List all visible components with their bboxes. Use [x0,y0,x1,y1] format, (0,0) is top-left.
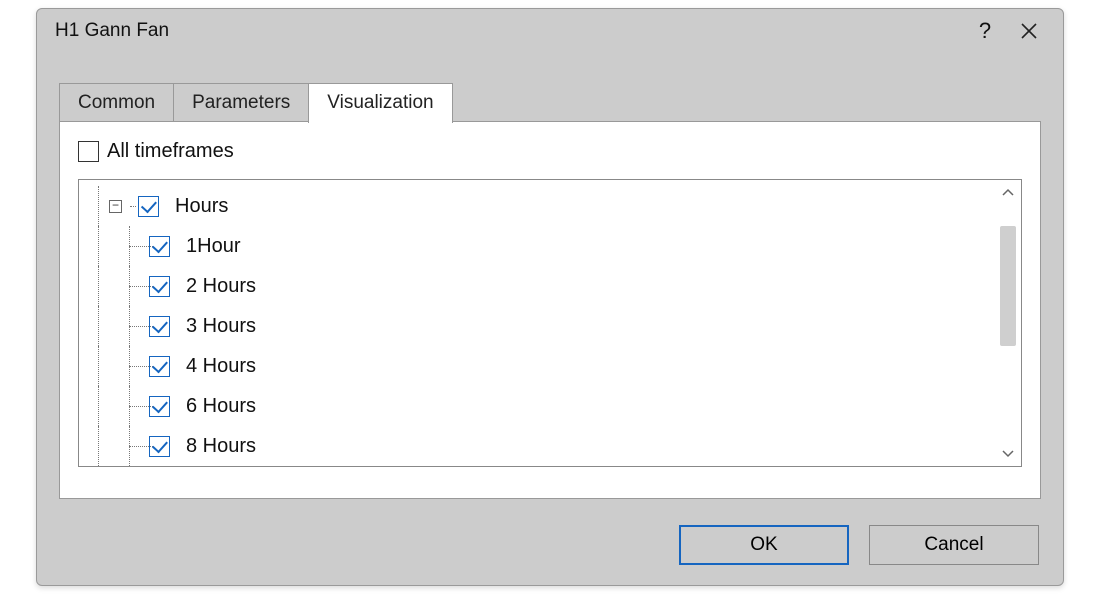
tree-line [109,226,149,266]
checkbox-icon [78,141,99,162]
scroll-down-icon[interactable] [997,444,1019,464]
tree-item-label: 1Hour [186,235,240,258]
tab-parameters[interactable]: Parameters [173,83,309,122]
tree-line [109,266,149,306]
tree-line [109,386,149,426]
window-title: H1 Gann Fan [55,20,963,42]
checkbox-icon[interactable] [138,196,159,217]
all-timeframes-checkbox[interactable]: All timeframes [78,140,1022,163]
tree-item[interactable]: 1Hour [87,226,1017,266]
tree-line [87,266,109,306]
tree-item-label: 2 Hours [186,275,256,298]
scrollbar[interactable] [997,182,1019,464]
tab-panel-visualization: All timeframes − Hours 1Hour [59,121,1041,499]
tree-group-label: Hours [175,195,228,218]
tab-common[interactable]: Common [59,83,174,122]
timeframes-tree: − Hours 1Hour 2 Hours [79,180,1021,467]
scroll-thumb[interactable] [1000,226,1016,346]
tab-row: Common Parameters Visualization [37,79,1063,121]
close-button[interactable] [1007,11,1051,51]
tab-visualization[interactable]: Visualization [308,83,452,123]
tree-line [87,186,109,226]
tree-line [87,306,109,346]
checkbox-icon[interactable] [149,436,170,457]
timeframes-tree-container: − Hours 1Hour 2 Hours [78,179,1022,467]
titlebar: H1 Gann Fan ? [37,9,1063,53]
scroll-track[interactable] [997,202,1019,444]
dialog-window: H1 Gann Fan ? Common Parameters Visualiz… [36,8,1064,586]
button-row: OK Cancel [679,525,1039,565]
tree-line [109,426,149,466]
all-timeframes-label: All timeframes [107,140,234,163]
tree-expander[interactable]: − [109,200,122,213]
tree-item[interactable]: 4 Hours [87,346,1017,386]
checkbox-icon[interactable] [149,316,170,337]
tree-line [87,426,109,466]
tree-line [109,346,149,386]
tree-item-label: 6 Hours [186,395,256,418]
tree-item[interactable]: 2 Hours [87,266,1017,306]
tree-item-label: 8 Hours [186,435,256,458]
checkbox-icon[interactable] [149,276,170,297]
tree-item-label: 3 Hours [186,315,256,338]
tree-line [109,306,149,346]
ok-button[interactable]: OK [679,525,849,565]
tree-item[interactable]: 8 Hours [87,426,1017,466]
checkbox-icon[interactable] [149,356,170,377]
tree-line [87,226,109,266]
checkbox-icon[interactable] [149,396,170,417]
scroll-up-icon[interactable] [997,182,1019,202]
tree-item[interactable]: 6 Hours [87,386,1017,426]
close-icon [1020,22,1038,40]
tree-item[interactable]: 3 Hours [87,306,1017,346]
cancel-button[interactable]: Cancel [869,525,1039,565]
checkbox-icon[interactable] [149,236,170,257]
tree-line [87,346,109,386]
tree-connector [130,206,136,207]
tree-line [87,386,109,426]
help-button[interactable]: ? [963,11,1007,51]
tree-group-hours[interactable]: − Hours [87,186,1017,226]
tree-item-label: 4 Hours [186,355,256,378]
